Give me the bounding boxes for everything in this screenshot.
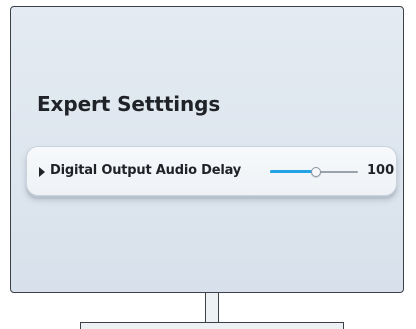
setting-row-digital-output-audio-delay[interactable]: Digital Output Audio Delay 100 — [26, 146, 397, 196]
page-title: Expert Setttings — [37, 92, 221, 116]
tv-stand-base — [80, 322, 344, 329]
setting-value: 100 — [367, 163, 395, 178]
tv-mockup: Expert Setttings Digital Output Audio De… — [0, 0, 416, 329]
slider-fill — [270, 170, 316, 173]
slider-thumb[interactable] — [310, 167, 321, 177]
setting-label: Digital Output Audio Delay — [50, 163, 242, 178]
audio-delay-slider[interactable] — [270, 164, 358, 180]
triangle-right-icon[interactable] — [39, 167, 45, 177]
tv-stand-neck — [205, 293, 219, 324]
